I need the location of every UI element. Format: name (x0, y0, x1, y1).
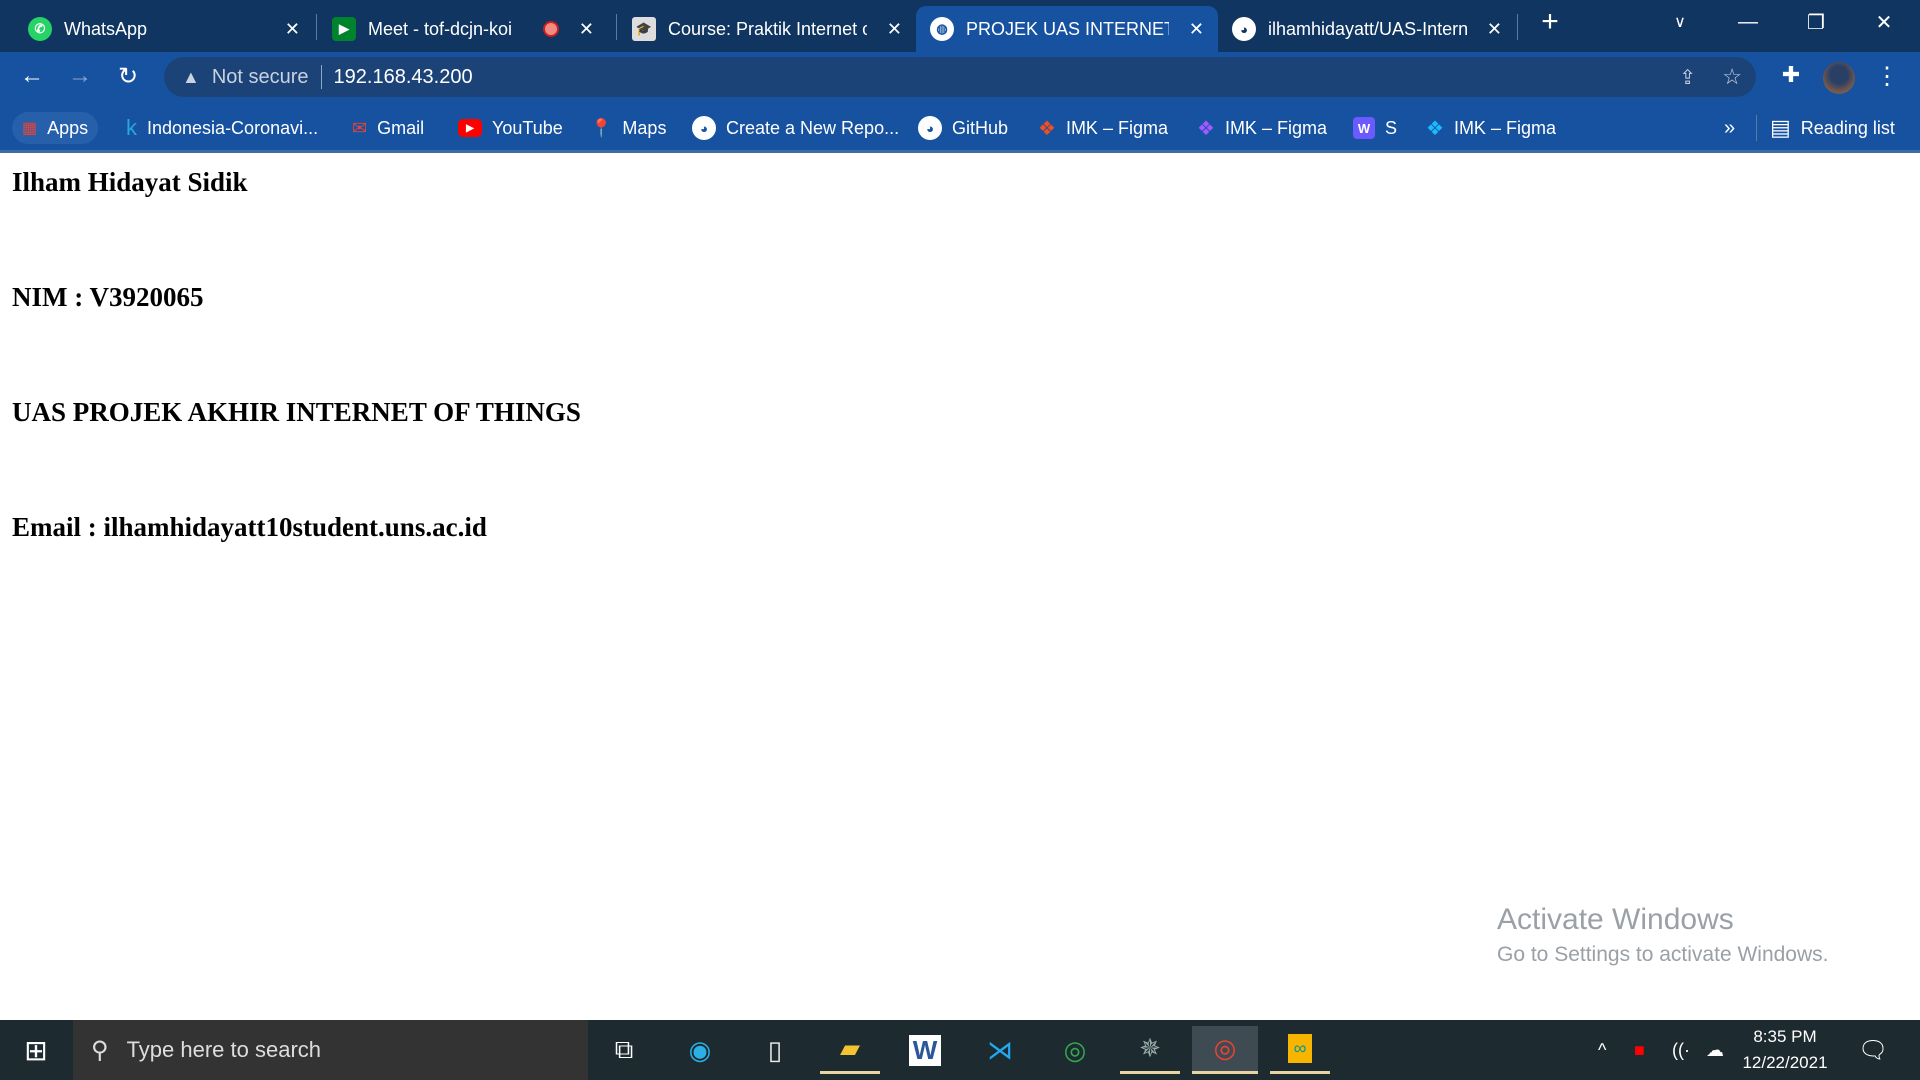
bookmark-item[interactable]: k Indonesia-Coronavi... (126, 112, 318, 144)
tab-title: Course: Praktik Internet of (668, 18, 867, 39)
reading-list-icon: ▤ (1770, 115, 1791, 140)
task-view-icon[interactable]: ⧉ (594, 1026, 654, 1074)
share-icon[interactable]: ⇪ (1679, 65, 1696, 90)
activate-windows-watermark: Activate Windows Go to Settings to activ… (1497, 903, 1829, 966)
windows-taskbar: ⊞ ⚲ Type here to search ⧉ ◉ ▯ ▰ W ⋊ ◎ ✵ … (0, 1020, 1920, 1080)
bookmark-item[interactable]: ❖ IMK – Figma (1426, 112, 1556, 144)
w-icon: W (1353, 117, 1375, 139)
github-icon: ◕ (692, 116, 716, 140)
edge-icon[interactable]: ◉ (670, 1026, 730, 1074)
recording-icon (542, 21, 559, 37)
forward-icon[interactable]: → (64, 62, 96, 90)
notifications-icon[interactable]: 🗨 (1858, 1020, 1888, 1080)
wifi-icon[interactable]: ((· (1672, 1020, 1690, 1080)
tray-app-icon[interactable]: ■ (1634, 1020, 1645, 1080)
menu-icon[interactable]: ⋮ (1871, 62, 1903, 91)
taskbar-search[interactable]: ⚲ Type here to search (73, 1020, 588, 1080)
close-tab-icon[interactable]: ✕ (1189, 19, 1204, 40)
extensions-icon[interactable]: ✚ (1775, 62, 1807, 88)
reading-list-button[interactable]: ▤ Reading list (1770, 112, 1895, 144)
close-tab-icon[interactable]: ✕ (1487, 19, 1502, 40)
figma-icon: ❖ (1197, 117, 1215, 140)
windows-start-icon[interactable]: ⊞ (6, 1026, 66, 1074)
tab-search-icon[interactable]: ∨ (1650, 0, 1710, 44)
bookmark-star-icon[interactable]: ☆ (1722, 64, 1742, 90)
new-tab-button[interactable]: + (1520, 0, 1580, 44)
bookmark-item[interactable]: ❖ IMK – Figma (1038, 112, 1168, 144)
file-explorer-icon[interactable]: ▰ (820, 1026, 880, 1074)
restore-icon[interactable]: ❐ (1786, 0, 1846, 44)
app-icon[interactable]: ✵ (1120, 1026, 1180, 1074)
tab-title: WhatsApp (64, 18, 148, 39)
minimize-icon[interactable]: — (1718, 0, 1778, 44)
url-text[interactable]: 192.168.43.200 (334, 66, 473, 89)
chrome-icon[interactable]: ◎ (1045, 1026, 1105, 1074)
globe-icon: ◍ (930, 17, 954, 41)
more-bookmarks-button[interactable]: » (1724, 112, 1735, 144)
onedrive-icon[interactable]: ☁ (1706, 1020, 1724, 1080)
tab-title: PROJEK UAS INTERNET OF (966, 18, 1169, 39)
bookmark-item[interactable]: ✉ Gmail (352, 112, 424, 144)
bookmark-item[interactable]: ▶ YouTube (458, 112, 563, 144)
reload-icon[interactable]: ↻ (112, 62, 144, 91)
google-meet-icon: ▶ (332, 17, 356, 41)
close-window-icon[interactable]: ✕ (1854, 0, 1914, 44)
bookmark-item[interactable]: ◕ Create a New Repo... (692, 112, 899, 144)
security-label[interactable]: Not secure (212, 66, 309, 89)
figma-icon: ❖ (1426, 117, 1444, 140)
tab-whatsapp[interactable]: ✆ WhatsApp ✕ (14, 6, 314, 52)
bookmark-apps[interactable]: ▦ Apps (12, 112, 99, 144)
close-tab-icon[interactable]: ✕ (579, 19, 594, 40)
project-title: UAS PROJEK AKHIR INTERNET OF THINGS (12, 397, 581, 427)
address-bar[interactable]: ▲ Not secure 192.168.43.200 ⇪ ☆ (164, 57, 1756, 97)
profile-avatar[interactable] (1823, 62, 1855, 94)
tab-github[interactable]: ◕ ilhamhidayatt/UAS-Intern ✕ (1218, 6, 1516, 52)
close-tab-icon[interactable]: ✕ (887, 19, 902, 40)
github-icon: ◕ (918, 116, 942, 140)
bookmark-item[interactable]: ◕ GitHub (918, 112, 1008, 144)
bookmark-item[interactable]: 📍 Maps (590, 112, 666, 144)
maps-icon: 📍 (590, 117, 613, 138)
tab-title: ilhamhidayatt/UAS-Intern (1268, 18, 1467, 39)
student-name: Ilham Hidayat Sidik (12, 167, 248, 197)
moodle-course-icon: 🎓 (632, 17, 656, 41)
warning-icon: ▲ (182, 66, 200, 87)
gmail-icon: ✉ (352, 117, 368, 138)
student-nim: NIM : V3920065 (12, 282, 204, 312)
tab-course[interactable]: 🎓 Course: Praktik Internet of ✕ (618, 6, 916, 52)
k-icon: k (126, 115, 137, 140)
bookmarks-bar: ▦ Apps k Indonesia-Coronavi... ✉ Gmail ▶ You… (0, 103, 1920, 153)
github-icon: ◕ (1232, 17, 1256, 41)
notepad-icon[interactable]: ▯ (745, 1026, 805, 1074)
apps-grid-icon: ▦ (22, 120, 38, 137)
student-email: Email : ilhamhidayatt10student.uns.ac.id (12, 512, 487, 542)
word-icon[interactable]: W (895, 1026, 955, 1074)
tab-meet[interactable]: ▶ Meet - tof-dcjn-koi ✕ (318, 6, 608, 52)
youtube-icon: ▶ (458, 119, 482, 137)
clock[interactable]: 8:35 PM 12/22/2021 (1740, 1020, 1830, 1080)
tab-title: Meet - tof-dcjn-koi (368, 18, 513, 39)
tab-strip: ✆ WhatsApp ✕ ▶ Meet - tof-dcjn-koi ✕ 🎓 C… (0, 0, 1920, 52)
browser-toolbar: ← → ↻ ▲ Not secure 192.168.43.200 ⇪ ☆ ✚ … (0, 52, 1920, 103)
arduino-icon[interactable]: ∞ (1270, 1026, 1330, 1074)
search-icon: ⚲ (91, 1036, 109, 1064)
chrome-profile-icon[interactable]: ◎ (1192, 1026, 1258, 1074)
vscode-icon[interactable]: ⋊ (970, 1026, 1030, 1074)
bookmark-item[interactable]: ❖ IMK – Figma (1197, 112, 1327, 144)
tab-projek-uas[interactable]: ◍ PROJEK UAS INTERNET OF ✕ (916, 6, 1218, 52)
close-tab-icon[interactable]: ✕ (285, 19, 300, 40)
bookmark-item[interactable]: WS (1353, 112, 1397, 144)
whatsapp-icon: ✆ (28, 17, 52, 41)
show-hidden-icons[interactable]: ^ (1598, 1020, 1606, 1080)
figma-icon: ❖ (1038, 117, 1056, 140)
back-icon[interactable]: ← (16, 62, 48, 90)
